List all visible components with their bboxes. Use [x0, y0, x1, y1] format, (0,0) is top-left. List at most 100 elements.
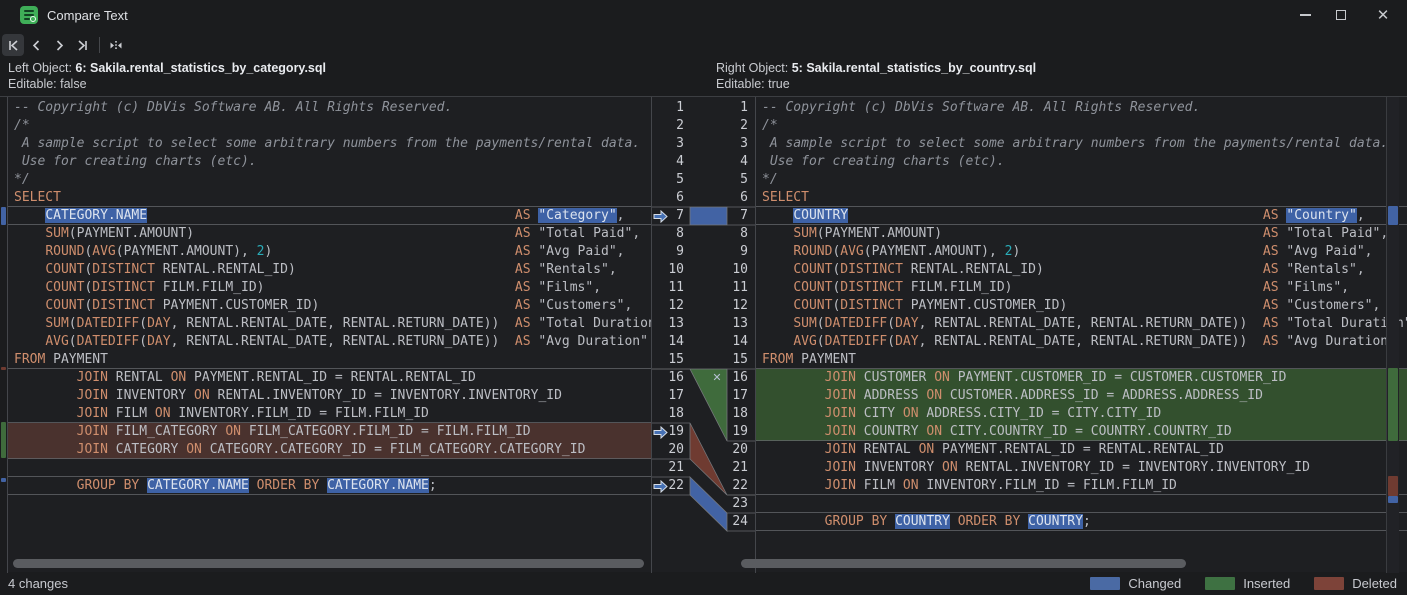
diff-border-line: [7, 494, 651, 495]
code-line: ROUND(AVG(PAYMENT.AMOUNT), 2)AS "Avg Pai…: [7, 243, 651, 261]
chevron-right-icon: [53, 39, 66, 52]
first-difference-button[interactable]: [2, 34, 24, 56]
code-line: JOIN CUSTOMER ON PAYMENT.CUSTOMER_ID = C…: [755, 369, 1407, 387]
code-line: /*: [7, 117, 651, 135]
merge-icon: [109, 39, 123, 52]
left-editable-label: Editable: false: [8, 76, 326, 92]
right-object-name: 5: Sakila.rental_statistics_by_country.s…: [792, 61, 1036, 75]
code-line: COUNT(DISTINCT RENTAL.RENTAL_ID)AS "Rent…: [7, 261, 651, 279]
close-button[interactable]: ✕: [1368, 4, 1398, 26]
code-line: GROUP BY CATEGORY.NAME ORDER BY CATEGORY…: [7, 477, 651, 495]
next-difference-button[interactable]: [48, 34, 70, 56]
diff-border-line: [7, 458, 651, 459]
code-line: JOIN INVENTORY ON RENTAL.INVENTORY_ID = …: [755, 459, 1407, 477]
left-overview-strip: [0, 97, 7, 573]
deleted-color-swatch: [1314, 577, 1344, 590]
code-line: [755, 495, 1407, 513]
merge-arrow-icon[interactable]: [653, 426, 668, 439]
compare-area: -- Copyright (c) DbVis Software AB. All …: [0, 96, 1407, 572]
last-difference-button[interactable]: [71, 34, 93, 56]
diff-border-line: [7, 368, 651, 369]
right-editable-label: Editable: true: [716, 76, 1036, 92]
diff-border-line: [7, 206, 651, 207]
code-line: */: [755, 171, 1407, 189]
minimize-icon: [1300, 14, 1311, 16]
legend-label: Deleted: [1352, 576, 1397, 591]
code-line: AVG(DATEDIFF(DAY, RENTAL.RENTAL_DATE, RE…: [7, 333, 651, 351]
code-line: -- Copyright (c) DbVis Software AB. All …: [755, 99, 1407, 117]
legend-item-inserted: Inserted: [1205, 576, 1290, 591]
overview-marker-deleted: [1, 367, 6, 370]
right-object-header: Right Object: 5: Sakila.rental_statistic…: [716, 60, 1036, 96]
changes-count: 4 changes: [8, 576, 68, 591]
legend-item-changed: Changed: [1090, 576, 1181, 591]
diff-border-line: [755, 368, 1407, 369]
inserted-color-swatch: [1205, 577, 1235, 590]
code-line: A sample script to select some arbitrary…: [755, 135, 1407, 153]
diff-border-line: [755, 440, 1407, 441]
right-object-prefix: Right Object:: [716, 61, 792, 75]
legend-label: Changed: [1128, 576, 1181, 591]
maximize-icon: [1336, 10, 1346, 20]
status-bar: 4 changes Changed Inserted Deleted: [0, 572, 1407, 595]
code-line: SUM(DATEDIFF(DAY, RENTAL.RENTAL_DATE, RE…: [755, 315, 1407, 333]
merge-arrow-icon[interactable]: [653, 210, 668, 223]
title-bar: Compare Text ✕: [0, 0, 1407, 30]
left-object-name: 6: Sakila.rental_statistics_by_category.…: [75, 61, 326, 75]
code-line: CATEGORY.NAMEAS "Category",: [7, 207, 651, 225]
left-code-editor[interactable]: -- Copyright (c) DbVis Software AB. All …: [7, 97, 651, 573]
diff-border-line: [7, 476, 651, 477]
code-line: JOIN COUNTRY ON CITY.COUNTRY_ID = COUNTR…: [755, 423, 1407, 441]
right-horizontal-scrollbar[interactable]: [741, 559, 1186, 568]
legend-label: Inserted: [1243, 576, 1290, 591]
code-line: COUNT(DISTINCT FILM.FILM_ID)AS "Films",: [755, 279, 1407, 297]
toolbar-separator: [99, 37, 100, 53]
diff-connector-changed: [690, 207, 727, 225]
legend-item-deleted: Deleted: [1314, 576, 1397, 591]
maximize-button[interactable]: [1326, 4, 1356, 26]
code-line: [7, 459, 651, 477]
minimize-button[interactable]: [1290, 4, 1320, 26]
right-code-editor[interactable]: -- Copyright (c) DbVis Software AB. All …: [755, 97, 1407, 573]
left-object-prefix: Left Object:: [8, 61, 75, 75]
overview-marker-inserted: [1388, 368, 1398, 441]
code-line: COUNTRYAS "Country",: [755, 207, 1407, 225]
code-line: Use for creating charts (etc).: [755, 153, 1407, 171]
diff-border-line: [755, 224, 1407, 225]
code-line: COUNT(DISTINCT FILM.FILM_ID)AS "Films",: [7, 279, 651, 297]
diff-border-line: [7, 422, 651, 423]
merge-arrow-icon[interactable]: [653, 480, 668, 493]
code-line: SUM(DATEDIFF(DAY, RENTAL.RENTAL_DATE, RE…: [7, 315, 651, 333]
overview-marker-inserted: [1, 422, 6, 458]
diff-connector-canvas: [651, 97, 755, 573]
merge-differences-button[interactable]: [105, 34, 127, 56]
right-overview-strip: [1386, 97, 1399, 573]
code-line: FROM PAYMENT: [755, 351, 1407, 369]
overview-marker-changed: [1, 207, 6, 225]
code-line: JOIN FILM ON INVENTORY.FILM_ID = FILM.FI…: [755, 477, 1407, 495]
diff-border-line: [755, 530, 1407, 531]
left-horizontal-scrollbar[interactable]: [13, 559, 644, 568]
overview-marker-changed: [1388, 206, 1398, 225]
compare-text-app-icon: [20, 6, 38, 24]
code-line: /*: [755, 117, 1407, 135]
code-line: JOIN RENTAL ON PAYMENT.RENTAL_ID = RENTA…: [755, 441, 1407, 459]
code-line: COUNT(DISTINCT RENTAL.RENTAL_ID)AS "Rent…: [755, 261, 1407, 279]
code-line: ROUND(AVG(PAYMENT.AMOUNT), 2)AS "Avg Pai…: [755, 243, 1407, 261]
code-line: Use for creating charts (etc).: [7, 153, 651, 171]
previous-difference-button[interactable]: [25, 34, 47, 56]
code-line: */: [7, 171, 651, 189]
diff-border-line: [755, 494, 1407, 495]
code-line: A sample script to select some arbitrary…: [7, 135, 651, 153]
code-line: -- Copyright (c) DbVis Software AB. All …: [7, 99, 651, 117]
code-line: AVG(DATEDIFF(DAY, RENTAL.RENTAL_DATE, RE…: [755, 333, 1407, 351]
window-title: Compare Text: [47, 8, 128, 23]
reject-insertion-icon[interactable]: ✕: [711, 372, 723, 384]
diff-border-line: [7, 224, 651, 225]
code-line: JOIN CATEGORY ON CATEGORY.CATEGORY_ID = …: [7, 441, 651, 459]
left-object-header: Left Object: 6: Sakila.rental_statistics…: [8, 60, 326, 96]
overview-marker-changed: [1, 478, 6, 482]
changed-color-swatch: [1090, 577, 1120, 590]
diff-border-line: [755, 512, 1407, 513]
code-line: SELECT: [755, 189, 1407, 207]
